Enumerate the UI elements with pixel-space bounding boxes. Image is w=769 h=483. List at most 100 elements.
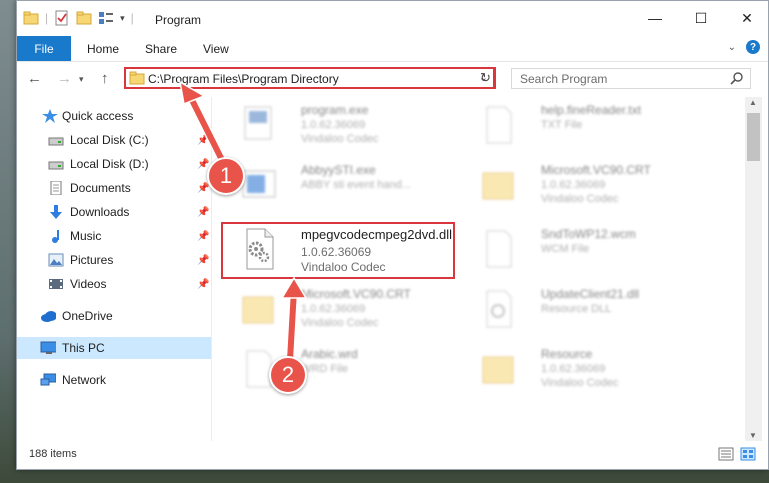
scroll-thumb[interactable] [747,113,760,161]
pin-icon[interactable]: 📌 [197,183,209,194]
maximize-button[interactable]: ☐ [678,1,724,35]
nav-label: Videos [70,277,107,291]
file-name: Resource [541,347,593,361]
file-icon [486,230,512,268]
file-detail: WCM File [541,243,590,255]
address-bar[interactable]: C:\Program Files\Program Directory ⌄ [124,67,495,89]
nav-local-disk-d[interactable]: Local Disk (D:) 📌 [17,153,211,175]
tab-home[interactable]: Home [87,36,119,61]
file-name: Microsoft.VC90.CRT [541,163,651,177]
file-item[interactable]: Microsoft.VC90.CRT 1.0.62.36069 Vindaloo… [241,281,481,337]
file-item[interactable]: program.exe 1.0.62.36069 Vindaloo Codec [241,97,481,153]
star-icon [42,109,58,123]
pin-icon[interactable]: 📌 [197,255,209,266]
file-item[interactable]: Microsoft.VC90.CRT 1.0.62.36069 Vindaloo… [481,157,721,213]
details-view-icon[interactable] [718,447,734,464]
search-icon [730,71,744,88]
videos-icon [49,279,63,289]
close-button[interactable]: ✕ [724,1,769,35]
pin-icon[interactable]: 📌 [197,231,209,242]
file-detail: 1.0.62.36069 [541,363,606,375]
address-path: C:\Program Files\Program Directory [148,72,339,86]
drive-icon [48,161,64,170]
file-detail: Vindaloo Codec [301,133,379,145]
callout-2: 2 [269,356,307,394]
search-placeholder: Search Program [520,72,608,86]
nav-label: Local Disk (C:) [70,133,149,147]
customize-view-icon[interactable] [98,10,114,26]
file-name: UpdateClient21.dll [541,287,640,301]
tab-share[interactable]: Share [145,36,177,61]
file-detail: Resource DLL [541,303,612,315]
file-item[interactable]: UpdateClient21.dll Resource DLL [481,281,721,337]
properties-icon[interactable] [54,10,70,26]
vertical-scrollbar[interactable]: ▲ ▼ [745,97,762,441]
help-icon[interactable]: ? [746,40,760,54]
item-count: 188 items [29,448,77,460]
folder-icon [482,356,514,384]
folder-icon [242,296,274,324]
dll-file-icon [486,290,512,328]
file-detail: WRD File [301,363,349,375]
file-item[interactable]: SndToWP12.wcm WCM File [481,221,721,277]
documents-icon [50,181,62,195]
expand-ribbon-icon[interactable]: ⌄ [728,42,736,53]
file-detail: ABBY sti event hand... [301,179,411,191]
file-name: AbbyySTI.exe [301,163,376,177]
nav-this-pc[interactable]: This PC [17,337,211,359]
nav-quick-access[interactable]: Quick access [17,105,211,127]
chevron-down-icon[interactable]: ▾ [120,13,125,24]
nav-local-disk-c[interactable]: Local Disk (C:) 📌 [17,129,211,151]
cloud-icon [41,311,56,322]
forward-arrow-icon[interactable]: → [57,70,72,87]
nav-label: OneDrive [62,309,113,323]
file-name: help.fineReader.txt [541,103,642,117]
new-folder-icon[interactable] [76,10,92,26]
pin-icon[interactable]: 📌 [197,207,209,218]
up-arrow-icon[interactable]: ↑ [101,70,109,87]
nav-videos[interactable]: Videos 📌 [17,273,211,295]
tab-view[interactable]: View [203,36,229,61]
file-detail: TXT File [541,119,583,131]
file-name: program.exe [301,103,369,117]
nav-pictures[interactable]: Pictures 📌 [17,249,211,271]
refresh-button[interactable]: ↻ [477,67,496,89]
callout-1: 1 [207,157,245,195]
nav-onedrive[interactable]: OneDrive [17,305,211,327]
file-detail: 1.0.62.36069 [301,119,366,131]
file-item[interactable]: Resource 1.0.62.36069 Vindaloo Codec [481,341,721,397]
refresh-icon: ↻ [480,70,491,85]
folder-icon [482,172,514,200]
exe-file-icon [244,106,272,140]
nav-label: Pictures [70,253,114,267]
nav-label: Quick access [62,109,134,123]
tab-file[interactable]: File [17,36,71,61]
drive-icon [48,137,64,146]
file-detail: Vindaloo Codec [541,193,619,205]
nav-network[interactable]: Network [17,369,211,391]
network-icon [40,373,56,386]
file-item[interactable]: AbbyySTI.exe ABBY sti event hand... [241,157,481,213]
recent-locations-icon[interactable]: ▾ [79,74,84,85]
file-detail: Vindaloo Codec [301,317,379,329]
scroll-down-icon[interactable]: ▼ [749,431,757,440]
status-bar: 188 items [17,442,768,468]
search-input[interactable]: Search Program [511,68,751,89]
pictures-icon [48,253,64,267]
minimize-button[interactable]: — [632,1,678,35]
pin-icon[interactable]: 📌 [197,135,209,146]
file-item[interactable]: help.fineReader.txt TXT File [481,97,721,153]
scroll-up-icon[interactable]: ▲ [749,98,757,107]
file-name: SndToWP12.wcm [541,227,636,241]
large-icons-view-icon[interactable] [740,447,756,464]
file-detail: Vindaloo Codec [541,377,619,389]
pin-icon[interactable]: 📌 [197,279,209,290]
nav-documents[interactable]: Documents 📌 [17,177,211,199]
back-arrow-icon[interactable]: ← [27,70,42,87]
nav-label: Network [62,373,107,387]
folder-icon[interactable] [23,10,39,26]
nav-label: Downloads [70,205,130,219]
file-name: Microsoft.VC90.CRT [301,287,411,301]
nav-downloads[interactable]: Downloads 📌 [17,201,211,223]
nav-music[interactable]: Music 📌 [17,225,211,247]
